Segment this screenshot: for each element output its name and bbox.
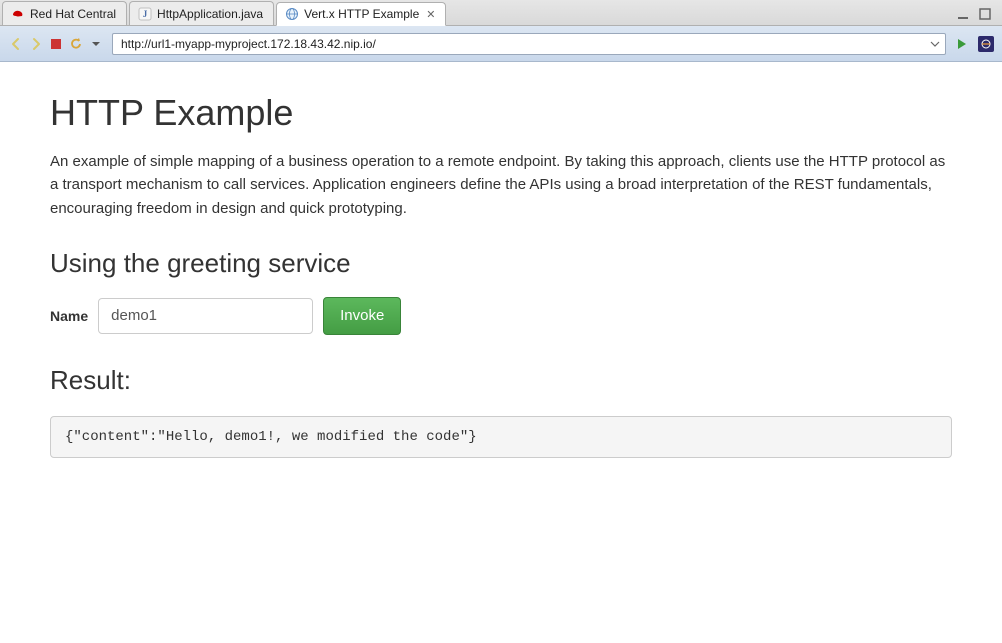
- name-label: Name: [50, 308, 88, 324]
- tab-http-application-java[interactable]: J HttpApplication.java: [129, 1, 274, 25]
- svg-text:J: J: [143, 9, 148, 19]
- page-description: An example of simple mapping of a busine…: [50, 150, 950, 220]
- globe-icon: [285, 7, 299, 21]
- greeting-form: Name Invoke: [50, 297, 952, 335]
- stop-icon[interactable]: [48, 36, 64, 52]
- eclipse-icon[interactable]: [978, 36, 994, 52]
- url-bar[interactable]: [112, 33, 946, 55]
- nav-forward-icon[interactable]: [28, 36, 44, 52]
- history-dropdown-icon[interactable]: [88, 36, 104, 52]
- page-title: HTTP Example: [50, 92, 952, 134]
- tab-red-hat-central[interactable]: Red Hat Central: [2, 1, 127, 25]
- name-input[interactable]: [98, 298, 313, 334]
- maximize-icon[interactable]: [978, 7, 992, 21]
- editor-tab-bar: Red Hat Central J HttpApplication.java V…: [0, 0, 1002, 26]
- url-dropdown-icon[interactable]: [929, 36, 941, 52]
- tab-label: Red Hat Central: [30, 7, 116, 21]
- browser-toolbar: [0, 26, 1002, 62]
- url-input[interactable]: [121, 37, 929, 51]
- close-tab-icon[interactable]: ✕: [426, 8, 435, 21]
- browser-content: HTTP Example An example of simple mappin…: [0, 62, 1002, 643]
- minimize-icon[interactable]: [956, 7, 970, 21]
- invoke-button[interactable]: Invoke: [323, 297, 401, 335]
- section-heading-greeting: Using the greeting service: [50, 248, 952, 279]
- tab-label: Vert.x HTTP Example: [304, 7, 419, 21]
- result-heading: Result:: [50, 365, 952, 396]
- result-output: {"content":"Hello, demo1!, we modified t…: [50, 416, 952, 458]
- java-icon: J: [138, 7, 152, 21]
- redhat-icon: [11, 7, 25, 21]
- refresh-icon[interactable]: [68, 36, 84, 52]
- go-icon[interactable]: [954, 36, 970, 52]
- tab-vertx-http-example[interactable]: Vert.x HTTP Example ✕: [276, 2, 446, 26]
- tab-label: HttpApplication.java: [157, 7, 263, 21]
- nav-back-icon[interactable]: [8, 36, 24, 52]
